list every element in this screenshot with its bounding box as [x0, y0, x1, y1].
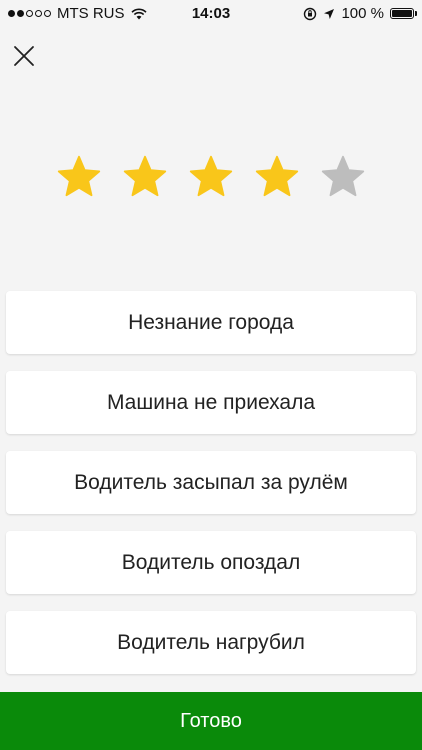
reason-option-label: Водитель опоздал [121, 550, 301, 574]
reason-list: Незнание города Машина не приехала Водител… [6, 291, 416, 691]
location-arrow-icon [324, 8, 335, 19]
done-button[interactable]: Готово [0, 692, 422, 750]
star-icon [57, 155, 101, 197]
status-right: 100 % [303, 5, 417, 22]
star-icon [321, 155, 365, 197]
star-icon [123, 155, 167, 197]
reason-option[interactable]: Незнание города [6, 291, 416, 354]
reason-option[interactable]: Водитель засыпал за рулём [6, 451, 416, 514]
star-2[interactable] [122, 154, 168, 200]
reason-option-label: Незнание города [128, 310, 294, 334]
done-button-label: Готово [180, 709, 242, 732]
rotation-lock-icon [304, 7, 317, 20]
reason-option-label: Водитель нагрубил [117, 630, 305, 654]
reason-option[interactable]: Водитель нагрубил [6, 611, 416, 674]
reason-option-label: Машина не приехала [106, 390, 316, 414]
star-1[interactable] [56, 154, 102, 200]
star-5[interactable] [320, 154, 366, 200]
star-icon [189, 155, 233, 197]
star-rating [0, 154, 422, 200]
battery-icon [390, 8, 417, 19]
status-bar: MTS RUS 14:03 100 % [0, 0, 422, 28]
star-3[interactable] [188, 154, 234, 200]
star-4[interactable] [254, 154, 300, 200]
star-icon [255, 155, 299, 197]
reason-option[interactable]: Машина не приехала [6, 371, 416, 434]
battery-percent: 100 % [341, 5, 384, 22]
close-button[interactable] [10, 42, 38, 70]
reason-option-label: Водитель засыпал за рулём [74, 470, 348, 494]
close-icon [14, 46, 34, 66]
battery-fill [392, 10, 412, 17]
reason-option[interactable]: Водитель опоздал [6, 531, 416, 594]
